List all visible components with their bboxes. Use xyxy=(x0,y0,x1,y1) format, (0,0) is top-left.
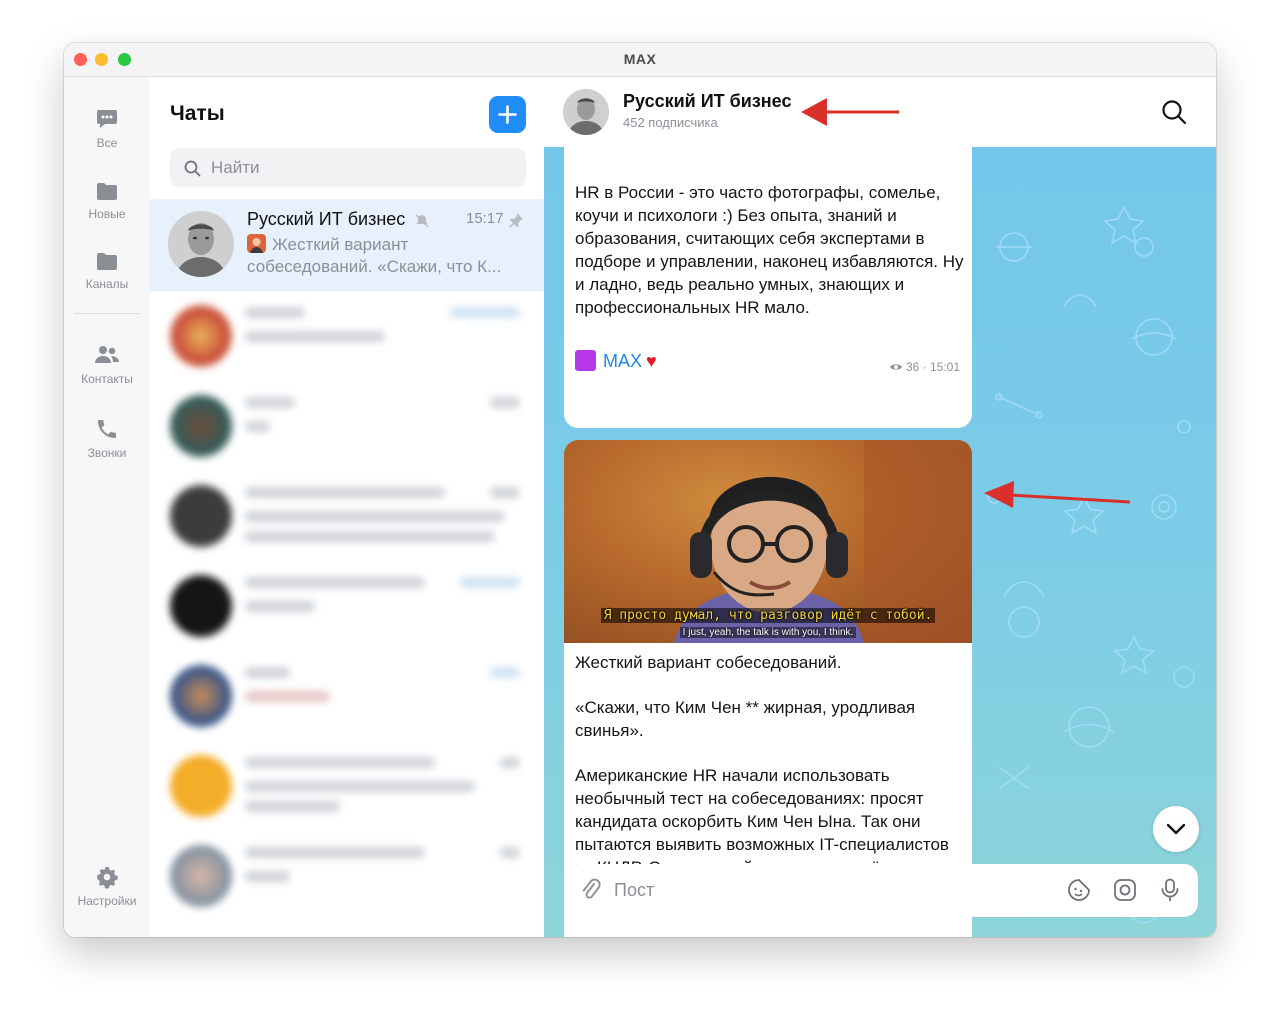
message-text: HR в России - это часто фотографы, сомел… xyxy=(575,183,964,317)
heart-icon: ♥ xyxy=(646,351,657,371)
folder-icon xyxy=(97,253,117,270)
rail-item-settings-label: Настройки xyxy=(77,894,137,908)
rail-item-all-label: Все xyxy=(96,136,118,150)
scroll-to-bottom-button[interactable] xyxy=(1153,806,1199,852)
avatar xyxy=(168,211,234,277)
rail-item-all[interactable]: Все xyxy=(64,107,150,150)
channel-name: Русский ИТ бизнес xyxy=(623,91,792,111)
gear-icon xyxy=(97,867,118,889)
video-preview[interactable]: Я просто думал, что разговор идёт с тобо… xyxy=(564,440,972,643)
purple-square-icon xyxy=(575,350,596,371)
rail-item-settings[interactable]: Настройки xyxy=(64,865,150,908)
subscriber-count: 452 подписчика xyxy=(623,115,718,130)
chat-search-input[interactable]: Найти xyxy=(170,148,526,187)
message-time: 15:01 xyxy=(929,360,960,374)
message-bubble: Я просто думал, что разговор идёт с тобо… xyxy=(564,440,972,937)
chat-row-preview-line1: Жесткий вариант xyxy=(247,234,408,255)
channel-avatar[interactable] xyxy=(563,89,609,135)
rail-item-contacts[interactable]: Контакты xyxy=(64,343,150,386)
title-bar: MAX xyxy=(64,43,1216,77)
chat-row-preview-text1: Жесткий вариант xyxy=(272,235,409,254)
chat-row-blurred[interactable] xyxy=(150,385,544,473)
folder-icon xyxy=(97,183,117,200)
chat-header[interactable]: Русский ИТ бизнес 452 подписчика xyxy=(544,77,1216,147)
chat-row-preview-line2: собеседований. «Скажи, что К... xyxy=(247,257,502,276)
sidebar-rail: Все Новые Каналы Контакты Звонки Настрой… xyxy=(64,77,151,937)
rail-divider xyxy=(74,313,140,314)
message-paragraph: Жесткий вариант собеседований. xyxy=(575,653,842,672)
chat-row-blurred[interactable] xyxy=(150,295,544,383)
rail-item-contacts-label: Контакты xyxy=(81,372,133,386)
chat-row-blurred[interactable] xyxy=(150,835,544,923)
search-icon xyxy=(184,160,201,177)
message-meta: 36 · 15:01 xyxy=(889,360,960,374)
view-count: 36 xyxy=(905,360,920,374)
eye-icon xyxy=(889,364,902,370)
signature-text: MAX xyxy=(603,351,643,371)
chat-list-panel: Чаты Найти Русский ИТ бизнес 15:17 Жестк… xyxy=(150,77,545,937)
app-window: MAX Все Новые Каналы Контакты Звонки Нас… xyxy=(64,43,1216,937)
sticker-icon[interactable] xyxy=(1067,878,1091,902)
search-placeholder: Найти xyxy=(211,158,260,177)
video-subtitle-ru: Я просто думал, что разговор идёт с тобо… xyxy=(564,608,972,623)
plus-icon xyxy=(498,105,517,124)
search-icon[interactable] xyxy=(1161,99,1187,125)
rail-item-channels-label: Каналы xyxy=(85,277,129,291)
people-icon xyxy=(95,346,119,363)
chat-panel: Русский ИТ бизнес 452 подписчика HR в Ро… xyxy=(544,77,1216,937)
rail-item-new-label: Новые xyxy=(88,207,126,221)
paperclip-icon[interactable] xyxy=(581,878,601,902)
phone-icon xyxy=(98,420,116,438)
rail-item-new[interactable]: Новые xyxy=(64,180,150,221)
message-paragraph: «Скажи, что Ким Чен ** жирная, уродливая… xyxy=(575,698,916,740)
chevron-down-icon xyxy=(1166,823,1186,835)
message-composer[interactable]: Пост xyxy=(564,864,1198,917)
chat-row-name: Русский ИТ бизнес xyxy=(247,209,406,229)
chat-row-blurred[interactable] xyxy=(150,745,544,833)
pin-icon xyxy=(509,213,523,228)
camera-icon[interactable] xyxy=(1113,878,1137,902)
rail-item-channels[interactable]: Каналы xyxy=(64,250,150,291)
chat-row-blurred[interactable] xyxy=(150,565,544,653)
chat-row-active[interactable]: Русский ИТ бизнес 15:17 Жесткий вариант … xyxy=(150,199,544,291)
rail-item-calls[interactable]: Звонки xyxy=(64,417,150,460)
channel-thumbnail-icon xyxy=(247,234,266,253)
rail-item-calls-label: Звонки xyxy=(87,446,127,460)
new-chat-button[interactable] xyxy=(489,96,526,133)
window-title: MAX xyxy=(623,51,657,67)
composer-placeholder: Пост xyxy=(614,880,655,900)
chat-bubble-icon xyxy=(97,110,117,128)
message-bubble: HR в России - это часто фотографы, сомел… xyxy=(564,127,972,428)
chat-row-blurred[interactable] xyxy=(150,655,544,743)
microphone-icon[interactable] xyxy=(1160,878,1180,902)
message-signature: MAX ♥ xyxy=(575,350,657,372)
chat-list-title: Чаты xyxy=(170,102,225,125)
muted-bell-icon xyxy=(415,214,429,228)
chat-row-blurred[interactable] xyxy=(150,475,544,563)
video-subtitle-en: I just, yeah, the talk is with you, I th… xyxy=(564,627,972,638)
chat-row-time: 15:17 xyxy=(466,210,504,227)
